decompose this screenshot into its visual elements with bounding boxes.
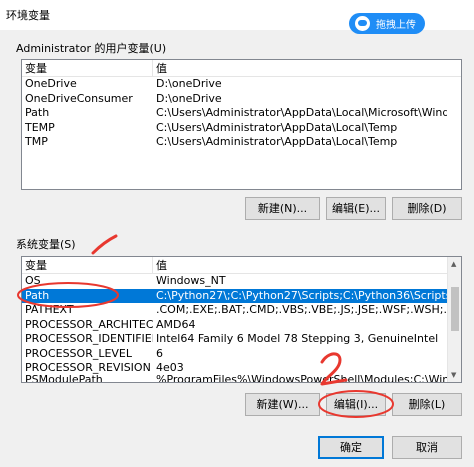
drag-upload-button[interactable]: 拖拽上传 <box>349 13 425 34</box>
sys-vars-header: 变量 值 <box>22 257 461 274</box>
cancel-button[interactable]: 取消 <box>392 436 462 459</box>
var-name: TEMP <box>25 120 55 134</box>
sys-new-button[interactable]: 新建(W)... <box>245 393 320 416</box>
var-name: OneDriveConsumer <box>25 91 133 105</box>
var-value: Intel64 Family 6 Model 78 Stepping 3, Ge… <box>156 332 439 345</box>
user-new-button[interactable]: 新建(N)... <box>245 197 320 220</box>
var-value: C:\Users\Administrator\AppData\Local\Tem… <box>156 135 398 148</box>
cloud-icon <box>355 16 370 31</box>
column-header-variable[interactable]: 变量 <box>22 257 153 273</box>
var-name: OneDrive <box>25 77 77 90</box>
list-item[interactable]: PATHEXT .COM;.EXE;.BAT;.CMD;.VBS;.VBE;.J… <box>22 303 461 318</box>
var-value: .COM;.EXE;.BAT;.CMD;.VBS;.VBE;.JS;.JSE;.… <box>156 303 447 316</box>
sys-edit-button[interactable]: 编辑(I)... <box>326 393 386 416</box>
user-edit-button[interactable]: 编辑(E)... <box>326 197 386 220</box>
var-name: PATHEXT <box>25 303 74 316</box>
sys-vars-list[interactable]: 变量 值 OS Windows_NT Path C:\Python27\;C:\… <box>21 256 462 383</box>
dialog-client-area: Administrator 的用户变量(U) 变量 值 OneDrive D:\… <box>0 30 474 467</box>
var-value: 6 <box>156 346 163 360</box>
var-name: PROCESSOR_IDENTIFIER <box>25 332 153 345</box>
list-item[interactable]: Path C:\Users\Administrator\AppData\Loca… <box>22 106 461 121</box>
var-name: Path <box>25 106 50 119</box>
var-value: Windows_NT <box>156 274 226 287</box>
column-header-variable[interactable]: 变量 <box>22 60 153 76</box>
var-value: C:\Users\Administrator\AppData\Local\Mic… <box>156 106 447 119</box>
list-item[interactable]: TMP C:\Users\Administrator\AppData\Local… <box>22 135 461 150</box>
var-value: D:\oneDrive <box>156 91 222 105</box>
var-value: D:\oneDrive <box>156 77 222 90</box>
user-delete-button[interactable]: 删除(D) <box>392 197 462 220</box>
list-item[interactable]: PROCESSOR_ARCHITECTURE AMD64 <box>22 318 461 333</box>
drag-upload-label: 拖拽上传 <box>376 20 416 31</box>
user-vars-header: 变量 值 <box>22 60 461 77</box>
list-item[interactable]: PSModulePath %ProgramFiles%\WindowsPower… <box>22 372 461 383</box>
var-value: C:\Users\Administrator\AppData\Local\Tem… <box>156 120 398 134</box>
var-name: PROCESSOR_ARCHITECTURE <box>25 317 153 331</box>
ok-button[interactable]: 确定 <box>318 436 384 459</box>
list-item[interactable]: PROCESSOR_IDENTIFIER Intel64 Family 6 Mo… <box>22 332 461 347</box>
list-item[interactable]: OneDrive D:\oneDrive <box>22 77 461 92</box>
list-item[interactable]: TEMP C:\Users\Administrator\AppData\Loca… <box>22 121 461 136</box>
list-item-selected[interactable]: Path C:\Python27\;C:\Python27\Scripts;C:… <box>22 288 461 303</box>
scroll-up-icon[interactable]: ▲ <box>451 260 456 268</box>
scroll-down-icon[interactable]: ▼ <box>451 371 456 379</box>
var-name: Path <box>25 288 50 302</box>
var-value: %ProgramFiles%\WindowsPowerShell\Modules… <box>156 372 447 383</box>
var-value: C:\Python27\;C:\Python27\Scripts;C:\Pyth… <box>156 288 447 302</box>
window-title: 环境变量 <box>6 9 50 22</box>
column-header-value[interactable]: 值 <box>153 257 167 273</box>
vertical-scrollbar[interactable]: ▲ ▼ <box>447 257 461 382</box>
list-item[interactable]: OneDriveConsumer D:\oneDrive <box>22 92 461 107</box>
var-name: OS <box>25 274 41 287</box>
scroll-thumb[interactable] <box>451 287 459 331</box>
list-item[interactable]: OS Windows_NT <box>22 274 461 289</box>
user-vars-list[interactable]: 变量 值 OneDrive D:\oneDrive OneDriveConsum… <box>21 59 462 190</box>
sys-delete-button[interactable]: 删除(L) <box>392 393 462 416</box>
var-value: AMD64 <box>156 317 196 331</box>
var-name: PROCESSOR_LEVEL <box>25 346 133 360</box>
list-item[interactable]: PROCESSOR_LEVEL 6 <box>22 347 461 362</box>
column-header-value[interactable]: 值 <box>153 60 167 76</box>
sys-vars-group-label: 系统变量(S) <box>16 238 76 251</box>
var-name: TMP <box>25 135 48 148</box>
user-vars-group-label: Administrator 的用户变量(U) <box>16 42 167 55</box>
var-name: PSModulePath <box>25 372 103 383</box>
